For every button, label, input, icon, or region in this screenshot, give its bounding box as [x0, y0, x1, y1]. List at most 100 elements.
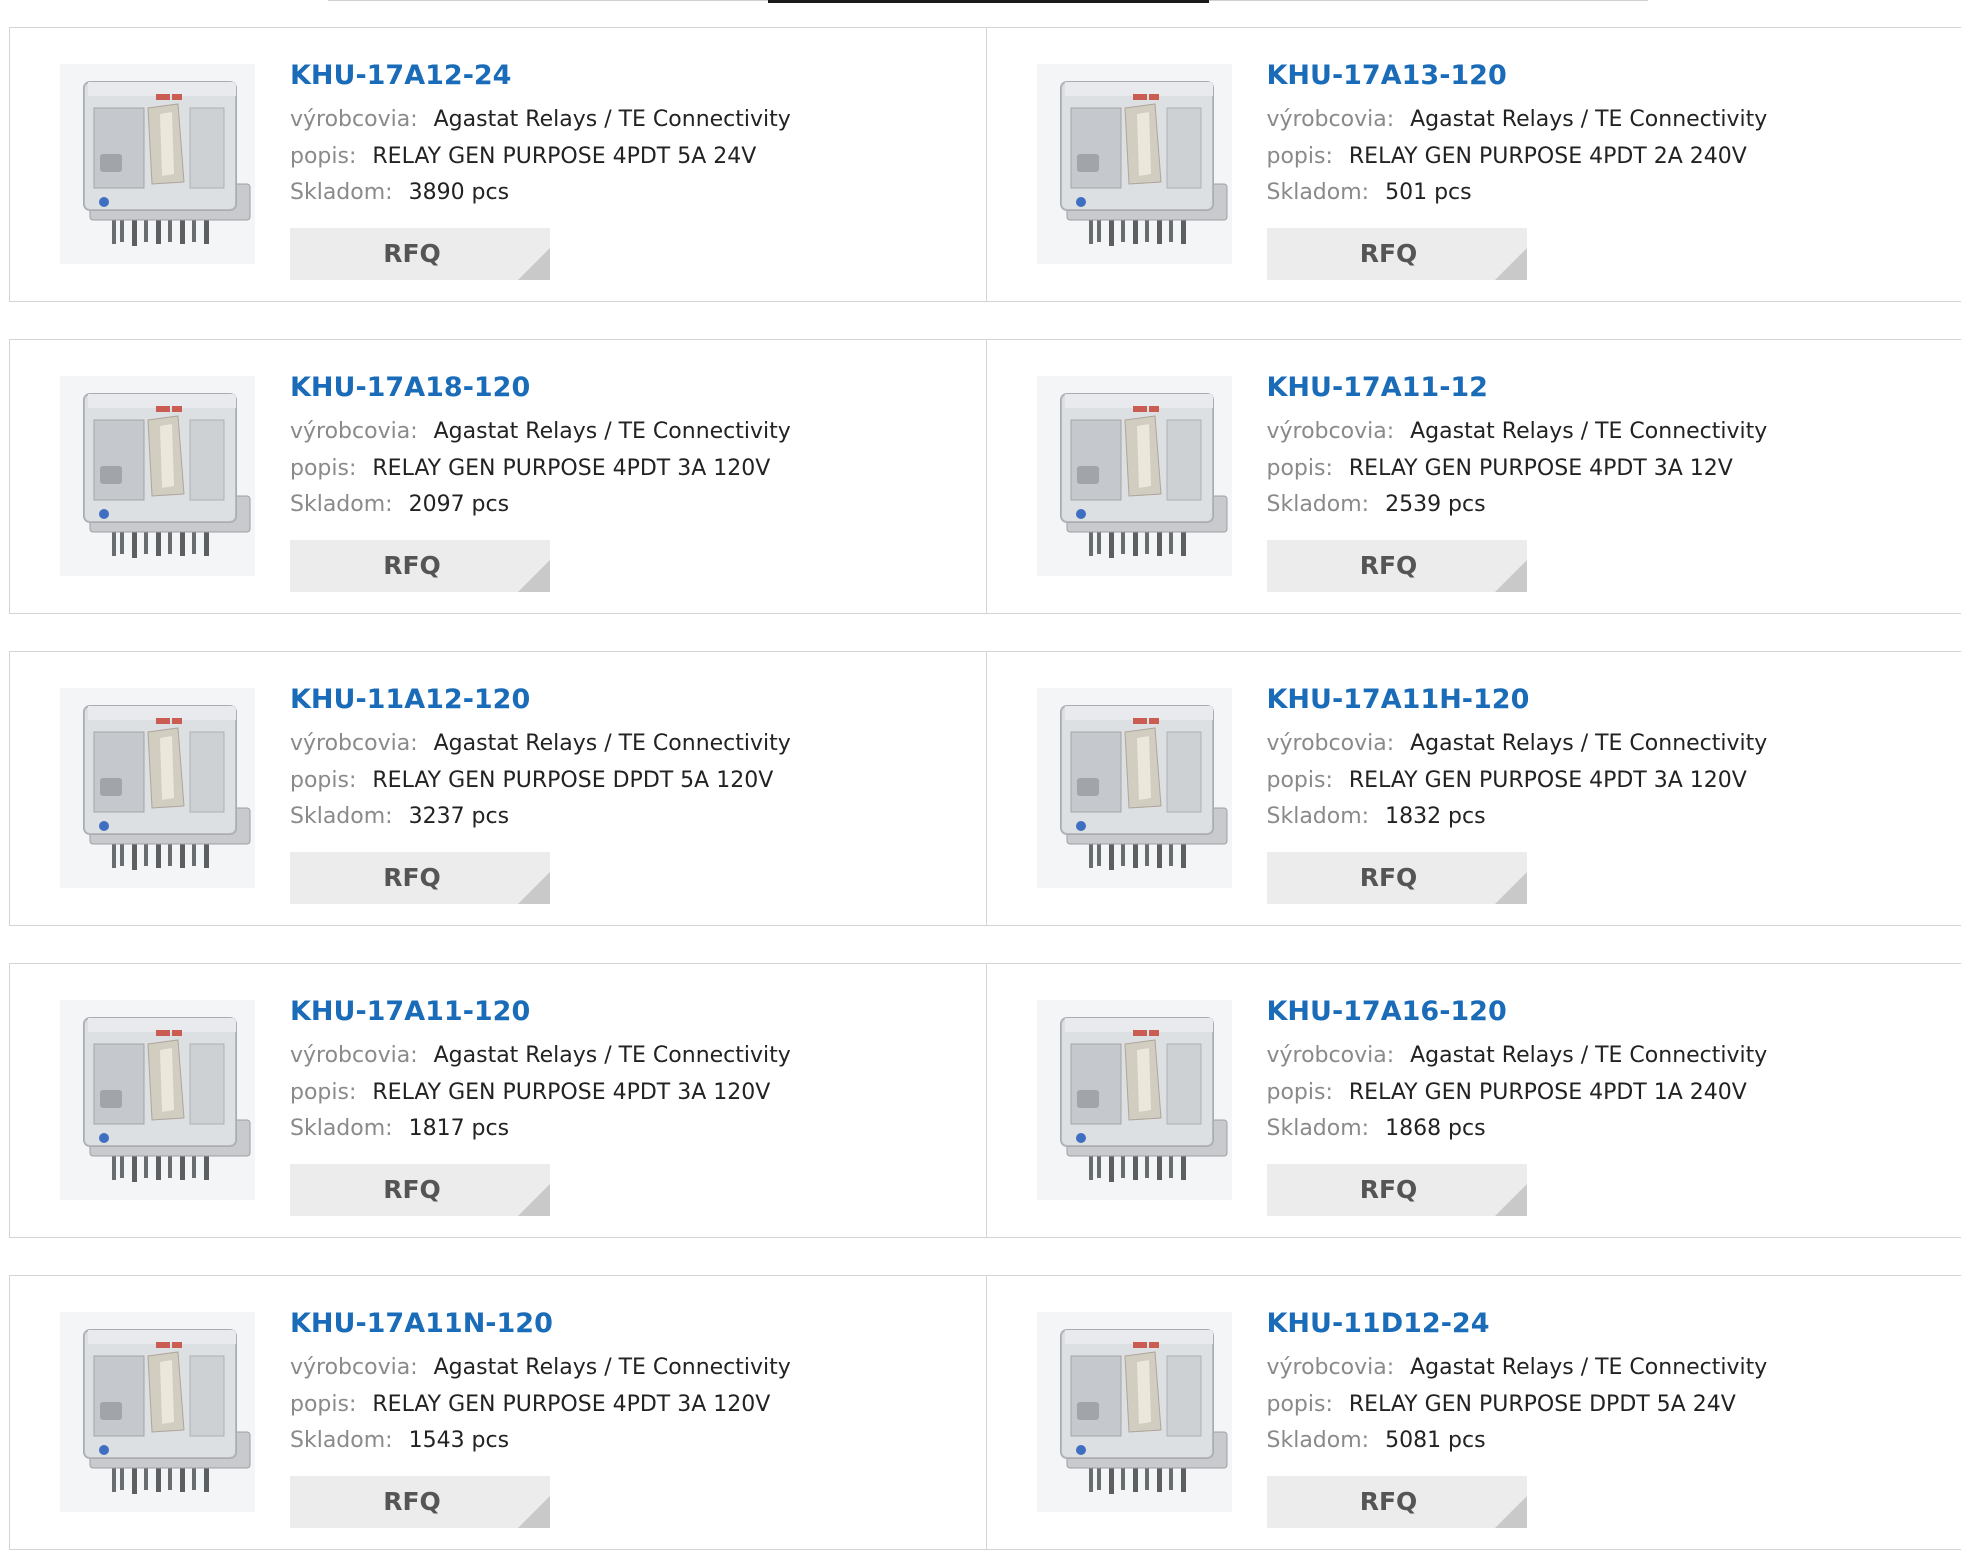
corner-triangle-icon — [1495, 872, 1527, 904]
product-card: KHU-17A18-120 výrobcovia:Agastat Relays … — [10, 340, 986, 613]
description-row: popis: RELAY GEN PURPOSE 4PDT 3A 12V — [1267, 451, 1768, 488]
product-info: KHU-17A12-24 výrobcovia: Agastat Relays /… — [290, 58, 791, 212]
relay-product-image[interactable] — [60, 64, 255, 264]
product-info: KHU-17A18-120 výrobcovia:Agastat Relays … — [290, 370, 791, 524]
part-number-link[interactable]: KHU-17A13-120 — [1267, 58, 1768, 94]
rfq-button[interactable]: RFQ — [1267, 1164, 1527, 1216]
rfq-button[interactable]: RFQ — [1267, 852, 1527, 904]
part-number-link[interactable]: KHU-17A11-120 — [290, 994, 791, 1030]
description-value: RELAY GEN PURPOSE DPDT 5A 24V — [1349, 1392, 1736, 1417]
part-number-link[interactable]: KHU-17A12-24 — [290, 58, 791, 94]
rfq-button[interactable]: RFQ — [290, 1164, 550, 1216]
relay-product-image[interactable] — [1037, 1000, 1232, 1200]
manufacturer-row: výrobcovia:Agastat Relays / TE Connectiv… — [290, 1350, 791, 1387]
relay-product-image[interactable] — [1037, 64, 1232, 264]
rfq-button[interactable]: RFQ — [290, 540, 550, 592]
part-number-link[interactable]: KHU-11A12-120 — [290, 682, 791, 718]
manufacturer-value: Agastat Relays / TE Connectivity — [1410, 1355, 1767, 1380]
part-number-link[interactable]: KHU-17A18-120 — [290, 370, 791, 406]
description-value: RELAY GEN PURPOSE 4PDT 3A 12V — [1349, 456, 1733, 481]
manufacturer-value: Agastat Relays / TE Connectivity — [1410, 419, 1767, 444]
stock-value: 2097 pcs — [409, 492, 510, 517]
product-info: KHU-17A13-120 výrobcovia: Agastat Relays … — [1267, 58, 1768, 212]
manufacturer-row: výrobcovia:Agastat Relays / TE Connectiv… — [290, 414, 791, 451]
manufacturer-label: výrobcovia: — [290, 1043, 418, 1068]
manufacturer-row: výrobcovia: Agastat Relays / TE Connectiv… — [1267, 1038, 1768, 1075]
corner-triangle-icon — [518, 248, 550, 280]
stock-row: Skladom:1543 pcs — [290, 1423, 791, 1460]
relay-product-image[interactable] — [60, 1000, 255, 1200]
part-number-link[interactable]: KHU-11D12-24 — [1267, 1306, 1768, 1342]
rfq-button[interactable]: RFQ — [1267, 1476, 1527, 1528]
rfq-label: RFQ — [1360, 1487, 1418, 1516]
manufacturer-value: Agastat Relays / TE Connectivity — [1410, 731, 1767, 756]
manufacturer-label: výrobcovia: — [290, 107, 418, 132]
rfq-button[interactable]: RFQ — [290, 1476, 550, 1528]
rfq-label: RFQ — [1360, 239, 1418, 268]
rfq-label: RFQ — [1360, 863, 1418, 892]
manufacturer-row: výrobcovia:Agastat Relays / TE Connectiv… — [290, 726, 791, 763]
manufacturer-value: Agastat Relays / TE Connectivity — [1410, 107, 1767, 132]
product-info: KHU-17A11-120 výrobcovia: Agastat Relays … — [290, 994, 791, 1148]
description-value: RELAY GEN PURPOSE 4PDT 3A 120V — [372, 1080, 770, 1105]
stock-label: Skladom: — [1267, 1428, 1370, 1453]
rfq-label: RFQ — [383, 863, 441, 892]
relay-product-image[interactable] — [1037, 688, 1232, 888]
part-number-link[interactable]: KHU-17A11N-120 — [290, 1306, 791, 1342]
description-value: RELAY GEN PURPOSE 4PDT 3A 120V — [1349, 768, 1747, 793]
rfq-label: RFQ — [1360, 551, 1418, 580]
stock-label: Skladom: — [290, 180, 393, 205]
description-value: RELAY GEN PURPOSE 4PDT 1A 240V — [1349, 1080, 1747, 1105]
manufacturer-value: Agastat Relays / TE Connectivity — [1410, 1043, 1767, 1068]
manufacturer-label: výrobcovia: — [1267, 1043, 1395, 1068]
rfq-button[interactable]: RFQ — [1267, 228, 1527, 280]
product-card: KHU-11A12-120 výrobcovia:Agastat Relays … — [10, 652, 986, 925]
stock-row: Skladom:3237 pcs — [290, 799, 791, 836]
description-label: popis: — [1267, 1080, 1333, 1105]
manufacturer-value: Agastat Relays / TE Connectivity — [434, 419, 791, 444]
manufacturer-label: výrobcovia: — [1267, 107, 1395, 132]
stock-value: 3890 pcs — [409, 180, 510, 205]
description-row: popis:RELAY GEN PURPOSE 4PDT 5A 24V — [290, 139, 791, 176]
product-info: KHU-17A11-12 výrobcovia:Agastat Relays /… — [1267, 370, 1768, 524]
relay-product-image[interactable] — [1037, 376, 1232, 576]
relay-product-image[interactable] — [60, 1312, 255, 1512]
relay-product-image[interactable] — [1037, 1312, 1232, 1512]
rfq-button[interactable]: RFQ — [290, 852, 550, 904]
stock-row: Skladom:1868 pcs — [1267, 1111, 1768, 1148]
description-row: popis:RELAY GEN PURPOSE 4PDT 2A 240V — [1267, 139, 1768, 176]
description-label: popis: — [1267, 1392, 1333, 1417]
manufacturer-value: Agastat Relays / TE Connectivity — [434, 1043, 791, 1068]
product-row: KHU-17A11-120 výrobcovia: Agastat Relays … — [9, 963, 1961, 1238]
corner-triangle-icon — [518, 872, 550, 904]
manufacturer-label: výrobcovia: — [1267, 1355, 1395, 1380]
manufacturer-value: Agastat Relays / TE Connectivity — [434, 731, 791, 756]
description-row: popis:RELAY GEN PURPOSE DPDT 5A 120V — [290, 763, 791, 800]
relay-product-image[interactable] — [60, 376, 255, 576]
product-card: KHU-17A11N-120 výrobcovia:Agastat Relays… — [10, 1276, 986, 1549]
description-row: popis: RELAY GEN PURPOSE DPDT 5A 24V — [1267, 1387, 1768, 1424]
part-number-link[interactable]: KHU-17A16-120 — [1267, 994, 1768, 1030]
rfq-button[interactable]: RFQ — [1267, 540, 1527, 592]
manufacturer-value: Agastat Relays / TE Connectivity — [434, 107, 791, 132]
stock-label: Skladom: — [290, 1116, 393, 1141]
description-label: popis: — [1267, 456, 1333, 481]
stock-label: Skladom: — [1267, 180, 1370, 205]
product-card: KHU-17A16-120 výrobcovia: Agastat Relays … — [986, 964, 1961, 1237]
stock-row: Skladom:501 pcs — [1267, 175, 1768, 212]
product-card: KHU-17A12-24 výrobcovia: Agastat Relays /… — [10, 28, 986, 301]
rfq-label: RFQ — [383, 1487, 441, 1516]
rfq-button[interactable]: RFQ — [290, 228, 550, 280]
part-number-link[interactable]: KHU-17A11H-120 — [1267, 682, 1768, 718]
product-row: KHU-17A12-24 výrobcovia: Agastat Relays /… — [9, 27, 1961, 302]
relay-product-image[interactable] — [60, 688, 255, 888]
part-number-link[interactable]: KHU-17A11-12 — [1267, 370, 1768, 406]
description-value: RELAY GEN PURPOSE 4PDT 5A 24V — [372, 144, 756, 169]
manufacturer-value: Agastat Relays / TE Connectivity — [434, 1355, 791, 1380]
stock-label: Skladom: — [1267, 492, 1370, 517]
product-info: KHU-17A16-120 výrobcovia: Agastat Relays … — [1267, 994, 1768, 1148]
rfq-label: RFQ — [383, 1175, 441, 1204]
active-tab-indicator — [768, 0, 1209, 3]
corner-triangle-icon — [518, 560, 550, 592]
description-value: RELAY GEN PURPOSE 4PDT 2A 240V — [1349, 144, 1747, 169]
